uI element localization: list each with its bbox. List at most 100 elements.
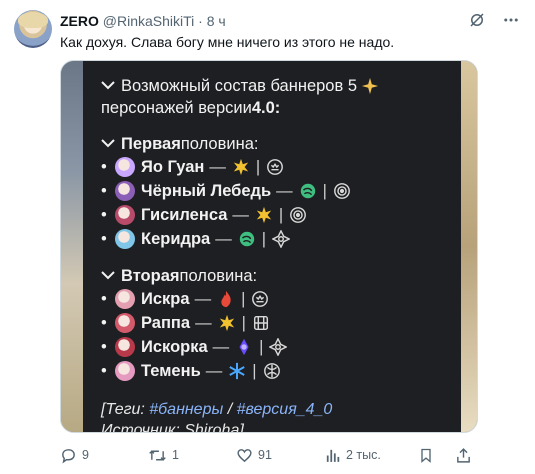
share-button[interactable] bbox=[455, 444, 472, 466]
ice-icon bbox=[227, 361, 247, 381]
views-button[interactable]: 2 тыс. bbox=[324, 444, 381, 466]
nihility-icon bbox=[288, 205, 308, 225]
title-text: Возможный состав баннеров 5 bbox=[121, 77, 357, 95]
harmony-icon bbox=[268, 337, 288, 357]
bookmark-icon bbox=[421, 448, 431, 463]
divider: | bbox=[261, 230, 266, 248]
section-second-list: • Искра — | • Раппа — | • Искорка — | • Темень — | bbox=[101, 287, 451, 383]
character-row: • Темень — | bbox=[101, 359, 451, 383]
avatar[interactable] bbox=[14, 10, 52, 48]
character-row: • Керидра — | bbox=[101, 227, 451, 251]
character-avatar bbox=[115, 361, 135, 381]
tweet-image[interactable]: Возможный состав баннеров 5 персонажей в… bbox=[60, 60, 478, 433]
character-row: • Искра — | bbox=[101, 287, 451, 311]
title-line-1: Возможный состав баннеров 5 bbox=[101, 75, 451, 97]
tags-prefix: [Теги: bbox=[101, 401, 150, 418]
fire-icon bbox=[216, 289, 236, 309]
tag-version: #версия_4_0 bbox=[236, 401, 333, 418]
reply-count: 9 bbox=[82, 448, 89, 462]
wind-icon bbox=[298, 181, 318, 201]
imaginary-icon bbox=[254, 205, 274, 225]
divider: | bbox=[278, 206, 284, 224]
character-avatar bbox=[115, 205, 135, 225]
banner-list: Возможный состав баннеров 5 персонажей в… bbox=[101, 75, 451, 433]
dash: — bbox=[276, 182, 293, 200]
image-background-right bbox=[459, 61, 477, 432]
analytics-icon bbox=[326, 449, 340, 462]
character-row: • Искорка — | bbox=[101, 335, 451, 359]
bullet: • bbox=[101, 362, 107, 380]
bullet: • bbox=[101, 290, 107, 308]
character-avatar bbox=[115, 229, 135, 249]
character-name: Темень bbox=[141, 362, 201, 380]
tweet-header: ZERO @RinkaShikiTi · 8 ч bbox=[60, 11, 521, 31]
banner-list-panel: Возможный состав баннеров 5 персонажей в… bbox=[83, 61, 461, 432]
character-avatar bbox=[115, 289, 135, 309]
section-heading-bold: Вторая bbox=[121, 267, 180, 285]
section-heading-first: Первая половина: bbox=[101, 133, 451, 155]
character-row: • Гисиленса — | bbox=[101, 203, 451, 227]
views-count: 2 тыс. bbox=[346, 448, 381, 462]
repost-button[interactable]: 1 bbox=[148, 444, 179, 466]
character-name: Яо Гуан bbox=[141, 158, 205, 176]
display-name[interactable]: ZERO bbox=[60, 13, 99, 29]
timestamp[interactable]: 8 ч bbox=[207, 13, 226, 29]
erudition-icon bbox=[251, 313, 271, 333]
tweet[interactable]: ZERO @RinkaShikiTi · 8 ч Как дохуя. Слав… bbox=[0, 0, 535, 474]
character-name: Чёрный Лебедь bbox=[141, 182, 272, 200]
like-button[interactable]: 91 bbox=[236, 444, 272, 466]
bullet: • bbox=[101, 158, 107, 176]
character-row: • Раппа — | bbox=[101, 311, 451, 335]
divider: | bbox=[252, 362, 257, 380]
tag-banners: #баннеры bbox=[149, 401, 224, 418]
reply-button[interactable]: 9 bbox=[60, 444, 89, 466]
character-name: Раппа bbox=[141, 314, 191, 332]
tweet-text: Как дохуя. Слава богу мне ничего из этог… bbox=[60, 34, 395, 50]
dash: — bbox=[205, 362, 223, 380]
elation-icon bbox=[250, 289, 270, 309]
user-handle[interactable]: @RinkaShikiTi bbox=[103, 13, 195, 29]
bullet: • bbox=[101, 230, 107, 248]
star-icon bbox=[361, 77, 379, 95]
tags-separator: / bbox=[223, 401, 237, 418]
repost-icon bbox=[149, 449, 166, 461]
grok-icon[interactable] bbox=[467, 10, 487, 30]
chevron-down-icon bbox=[101, 75, 121, 97]
like-count: 91 bbox=[258, 448, 272, 462]
divider: | bbox=[259, 338, 264, 356]
harmony-icon bbox=[271, 229, 291, 249]
imaginary-icon bbox=[217, 313, 237, 333]
character-name: Искра bbox=[141, 290, 190, 308]
character-avatar bbox=[115, 157, 135, 177]
dash: — bbox=[209, 158, 226, 176]
dash: — bbox=[194, 290, 212, 308]
bullet: • bbox=[101, 206, 107, 224]
avatar-hair bbox=[18, 12, 48, 28]
repost-count: 1 bbox=[172, 448, 179, 462]
source-label: Источник: Shiroha] bbox=[101, 422, 244, 433]
character-avatar bbox=[115, 337, 135, 357]
dash: — bbox=[232, 206, 249, 224]
character-avatar bbox=[115, 313, 135, 333]
bullet: • bbox=[101, 314, 107, 332]
bookmark-button[interactable] bbox=[418, 444, 434, 466]
remembrance-icon bbox=[262, 361, 282, 381]
section-first-list: • Яо Гуан — | • Чёрный Лебедь — | • Гисиленса — | • К… bbox=[101, 155, 451, 251]
imaginary-icon bbox=[231, 157, 251, 177]
divider: | bbox=[241, 314, 246, 332]
tags-block: [Теги: #баннеры / #версия_4_0 Источник: … bbox=[101, 399, 451, 433]
dash: — bbox=[215, 230, 232, 248]
more-options-icon[interactable] bbox=[501, 10, 521, 30]
section-heading-second: Вторая половина: bbox=[101, 265, 451, 287]
quantum-icon bbox=[234, 337, 254, 357]
bullet: • bbox=[101, 338, 107, 356]
divider: | bbox=[322, 182, 327, 200]
header-actions bbox=[467, 10, 521, 30]
image-background-left bbox=[61, 61, 83, 432]
dash: — bbox=[195, 314, 212, 332]
section-heading-bold: Первая bbox=[121, 135, 181, 153]
character-name: Искорка bbox=[141, 338, 208, 356]
wind-icon bbox=[237, 229, 257, 249]
dash: — bbox=[212, 338, 230, 356]
reply-icon bbox=[62, 448, 75, 464]
